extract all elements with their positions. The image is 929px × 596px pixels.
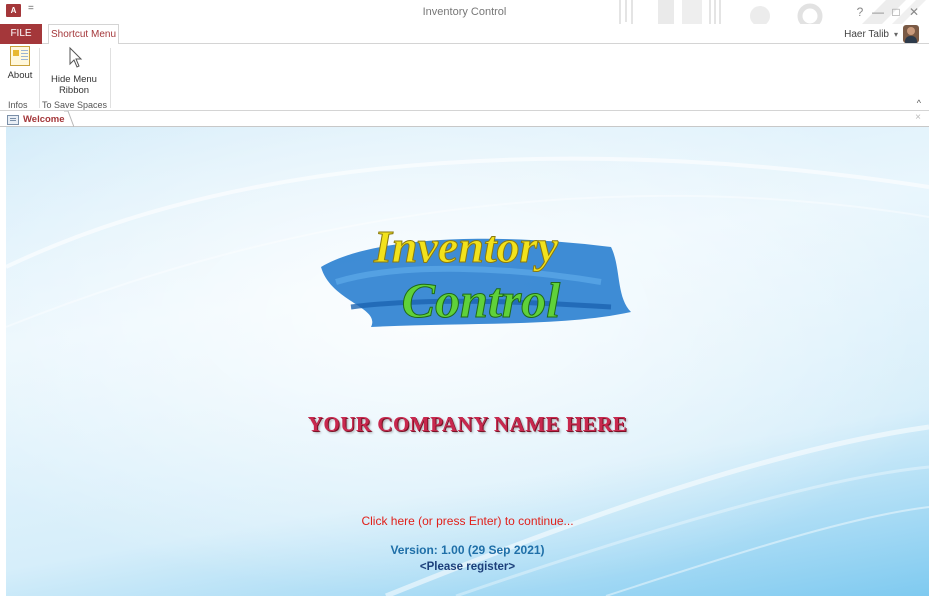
tab-edge — [64, 111, 74, 127]
pointer-icon — [69, 46, 83, 68]
group-separator — [39, 48, 40, 108]
close-document-icon[interactable]: × — [915, 112, 921, 123]
tab-file[interactable]: FILE — [0, 24, 42, 44]
group-separator — [110, 48, 111, 108]
hide-menu-ribbon-button[interactable]: Hide Menu Ribbon — [44, 46, 104, 96]
logo-line1: Inventory — [373, 221, 559, 272]
group-label-save-spaces: To Save Spaces — [42, 100, 108, 110]
title-bar: A = Inventory Control ? — □ ✕ — [0, 0, 929, 24]
logo-line2: Control — [402, 272, 561, 328]
tab-shortcut-menu[interactable]: Shortcut Menu — [48, 24, 119, 45]
user-avatar — [903, 25, 919, 43]
tab-welcome-label: Welcome — [23, 114, 65, 125]
ribbon-tabs: FILE Shortcut Menu Haer Talib ▾ — [0, 24, 929, 45]
hide-label-line1: Hide Menu — [51, 74, 97, 85]
company-name: YOUR COMPANY NAME HERE — [307, 412, 628, 436]
register-text: <Please register> — [419, 561, 516, 573]
form-icon — [7, 114, 19, 125]
minimize-icon[interactable]: — — [869, 4, 887, 20]
help-icon[interactable]: ? — [851, 4, 869, 20]
group-label-infos: Infos — [8, 100, 28, 110]
collapse-ribbon-icon[interactable]: ^ — [917, 98, 921, 108]
window-controls: ? — □ ✕ — [851, 4, 923, 20]
user-name: Haer Talib — [844, 28, 889, 40]
access-window: A = Inventory Control ? — □ ✕ FILE Short… — [0, 0, 929, 596]
document-tabs: Welcome × — [0, 111, 929, 127]
ribbon: About Hide Menu Ribbon Infos To Save Spa… — [0, 44, 929, 111]
about-label: About — [7, 70, 33, 81]
close-icon[interactable]: ✕ — [905, 4, 923, 20]
version-text: Version: 1.00 (29 Sep 2021) — [390, 543, 545, 557]
hide-label-line2: Ribbon — [58, 85, 90, 96]
welcome-form: Inventory Control YOUR COMPANY NAME HERE… — [6, 127, 929, 596]
restore-icon[interactable]: □ — [887, 4, 905, 20]
about-icon — [10, 46, 30, 66]
continue-link[interactable]: Click here (or press Enter) to continue.… — [6, 514, 929, 528]
inventory-control-logo: Inventory Control — [321, 221, 631, 329]
tab-welcome[interactable]: Welcome — [4, 112, 70, 127]
about-button[interactable]: About — [4, 46, 36, 81]
chevron-down-icon: ▾ — [893, 29, 898, 39]
user-account[interactable]: Haer Talib ▾ — [844, 24, 919, 44]
